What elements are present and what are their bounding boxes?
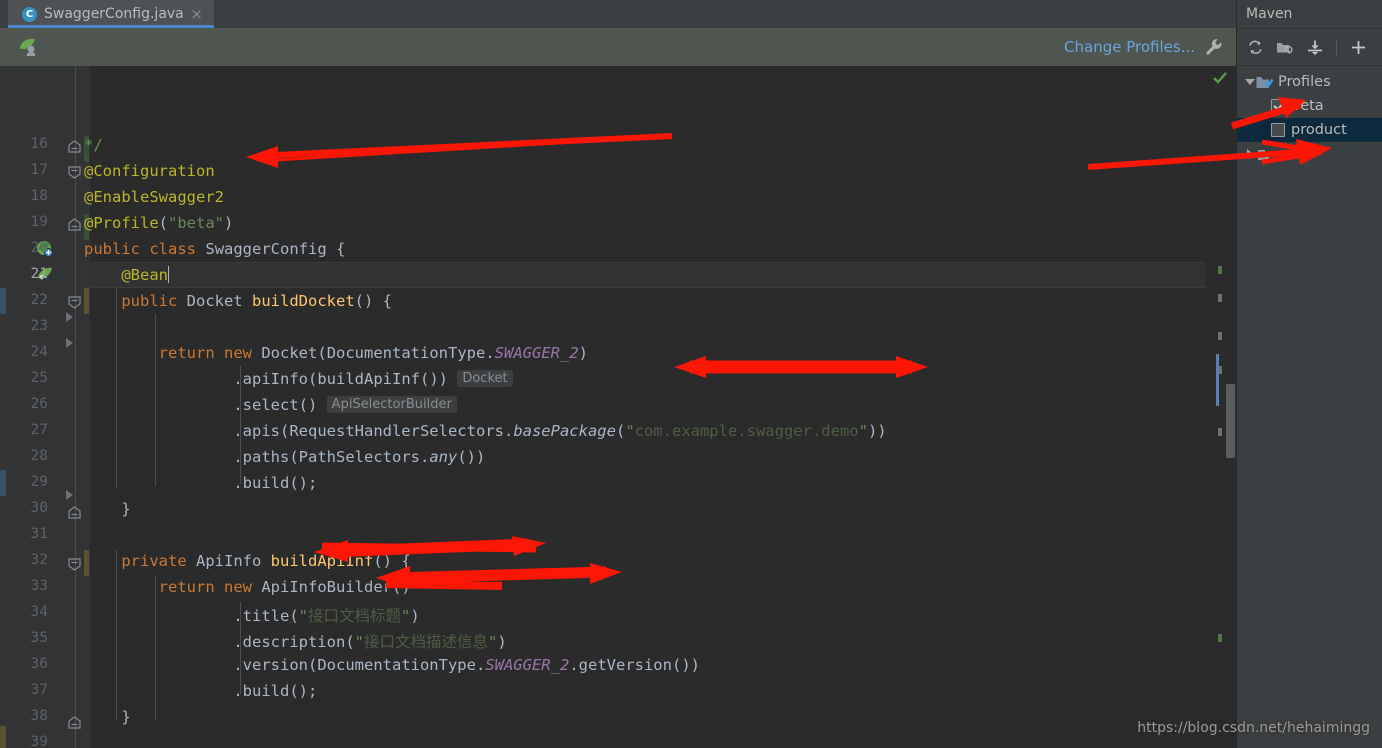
line-number: 17 (30, 162, 48, 178)
code-line[interactable]: @Configuration (84, 162, 215, 180)
code-line[interactable]: return new ApiInfoBuilder() (84, 578, 411, 596)
line-number: 35 (30, 630, 48, 646)
maven-toolbar (1237, 28, 1382, 66)
chevron-down-icon[interactable] (1243, 79, 1256, 85)
chevron-right-icon[interactable] (1243, 149, 1256, 159)
marker-stripe (1218, 634, 1222, 642)
profile-beta-checkbox[interactable] (1271, 99, 1285, 113)
tree-node-maven-project[interactable] (1237, 142, 1382, 166)
line-number: 22 (30, 292, 48, 308)
profile-product-label: product (1291, 122, 1347, 138)
line-number: 16 (30, 136, 48, 152)
marker-stripe (1218, 294, 1222, 302)
editor-tab-swaggerconfig[interactable]: C SwaggerConfig.java × (8, 0, 214, 28)
code-line[interactable]: .version(DocumentationType.SWAGGER_2.get… (84, 656, 700, 674)
tree-node-profiles[interactable]: Profiles (1237, 70, 1382, 94)
code-line[interactable]: return new Docket(DocumentationType.SWAG… (84, 344, 588, 362)
code-line[interactable]: @EnableSwagger2 (84, 188, 224, 206)
code-line[interactable]: .build(); (84, 682, 317, 700)
code-line[interactable]: private ApiInfo buildApiInf() { (84, 552, 410, 570)
spring-leaf-icon (16, 36, 40, 58)
spring-profiles-notification-bar: Change Profiles... (0, 28, 1236, 66)
add-maven-project-icon[interactable] (1346, 35, 1370, 59)
line-number: 29 (30, 474, 48, 490)
line-number: 27 (30, 422, 48, 438)
line-number: 37 (30, 682, 48, 698)
code-line[interactable]: .description("接口文档描述信息") (84, 630, 506, 652)
code-line[interactable]: .select() ApiSelectorBuilder (84, 396, 457, 414)
profile-beta-label: beta (1291, 98, 1324, 114)
line-number: 23 (30, 318, 48, 334)
tree-node-profile-product[interactable]: product (1237, 118, 1382, 142)
code-line[interactable]: @Bean (84, 266, 169, 284)
code-line[interactable]: .title("接口文档标题") (84, 604, 419, 626)
editor-column: C SwaggerConfig.java × Change Profiles..… (0, 0, 1236, 748)
wrench-icon[interactable] (1204, 37, 1224, 57)
marker-stripe (1218, 266, 1222, 274)
line-number: 26 (30, 396, 48, 412)
code-line[interactable]: .paths(PathSelectors.any()) (84, 448, 485, 466)
code-line[interactable]: .apis(RequestHandlerSelectors.basePackag… (84, 422, 886, 440)
line-number: 31 (30, 526, 48, 542)
code-line[interactable]: public Docket buildDocket() { (84, 292, 392, 310)
code-line[interactable]: .apiInfo(buildApiInf()) Docket (84, 370, 513, 388)
tree-node-profile-beta[interactable]: beta (1237, 94, 1382, 118)
watermark-text: https://blog.csdn.net/hehaimingg (1137, 720, 1370, 736)
caret-position-marker (1216, 354, 1219, 406)
toolbar-separator (1336, 38, 1337, 56)
line-number: 33 (30, 578, 48, 594)
generate-sources-icon[interactable] (1273, 35, 1297, 59)
marker-stripe (1218, 428, 1222, 436)
java-class-icon: C (22, 6, 37, 22)
line-number: 19 (30, 214, 48, 230)
code-line[interactable]: } (84, 500, 130, 518)
code-editor-area[interactable]: 16 */ 17 @Configuration 18 @EnableSwagger2 19 @… (0, 66, 1236, 748)
vertical-scrollbar-thumb[interactable] (1226, 384, 1235, 458)
line-number: 28 (30, 448, 48, 464)
line-number: 25 (30, 370, 48, 386)
download-sources-icon[interactable] (1303, 35, 1327, 59)
profile-product-checkbox[interactable] (1271, 123, 1285, 137)
code-line[interactable]: } (84, 708, 130, 726)
line-number: 34 (30, 604, 48, 620)
line-number: 38 (30, 708, 48, 724)
maven-panel-title: Maven (1246, 6, 1293, 22)
line-number: 30 (30, 500, 48, 516)
line-number: 21 (30, 266, 48, 282)
line-number: 39 (30, 734, 48, 748)
line-number: 20 (30, 240, 48, 256)
close-icon[interactable]: × (187, 6, 206, 22)
tree-node-profiles-label: Profiles (1278, 74, 1331, 90)
notification-actions: Change Profiles... (1064, 37, 1224, 57)
editor-tab-label: SwaggerConfig.java (44, 6, 184, 22)
line-number: 36 (30, 656, 48, 672)
profiles-folder-icon (1256, 75, 1274, 90)
line-number: 24 (30, 344, 48, 360)
ide-window: C SwaggerConfig.java × Change Profiles..… (0, 0, 1382, 748)
inspection-ok-check-icon[interactable] (1212, 70, 1228, 86)
code-line[interactable]: */ (84, 136, 103, 154)
editor-tab-strip: C SwaggerConfig.java × (0, 0, 1236, 28)
code-line[interactable]: .build(); (84, 474, 317, 492)
marker-stripe (1218, 332, 1222, 340)
change-profiles-link[interactable]: Change Profiles... (1064, 38, 1195, 56)
maven-project-icon (1256, 147, 1273, 162)
code-text-layer: 16 */ 17 @Configuration 18 @EnableSwagger2 19 @… (0, 66, 1236, 748)
line-number: 18 (30, 188, 48, 204)
code-line[interactable]: public class SwaggerConfig { (84, 240, 345, 258)
line-number: 32 (30, 552, 48, 568)
reload-all-projects-icon[interactable] (1243, 35, 1267, 59)
maven-profiles-tree[interactable]: Profiles beta product (1237, 66, 1382, 166)
maven-tool-window: Maven Profiles beta product (1236, 0, 1382, 748)
editor-marker-rail[interactable] (1208, 66, 1236, 748)
code-line[interactable]: @Profile("beta") (84, 214, 233, 232)
